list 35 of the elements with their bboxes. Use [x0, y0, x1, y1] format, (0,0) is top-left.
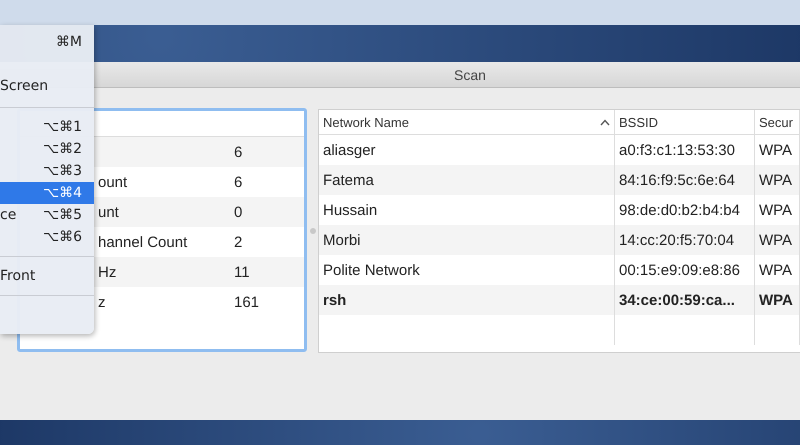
table-cell: 161: [234, 294, 260, 310]
table-cell: hannel Count: [98, 234, 188, 250]
table-cell: 34:ce:00:59:ca...: [615, 285, 755, 315]
menu-item[interactable]: Screen: [0, 73, 94, 99]
table-cell: rsh: [319, 285, 615, 315]
column-header[interactable]: Secur: [755, 110, 800, 135]
column-header[interactable]: BSSID: [615, 110, 755, 135]
table-cell: 11: [234, 264, 250, 280]
table-cell: 6: [234, 174, 242, 190]
menu-item[interactable]: ⌥⌘2: [0, 138, 94, 160]
table-cell: 2: [234, 234, 242, 250]
menu-item[interactable]: ⌥⌘4: [0, 182, 94, 204]
table-cell: Fatema: [319, 165, 615, 195]
menu-item[interactable]: ce ⌥⌘5: [0, 204, 94, 226]
menu-item[interactable]: ⌥⌘3: [0, 160, 94, 182]
menu-item[interactable]: Front: [0, 265, 94, 287]
table-cell: Hz: [98, 264, 116, 280]
menu-item[interactable]: ⌥⌘6: [0, 226, 94, 248]
table-cell: Morbi: [319, 225, 615, 255]
table-cell: z: [98, 294, 106, 310]
window-title: Scan: [453, 66, 486, 82]
menu-item[interactable]: ⌘M: [0, 29, 94, 55]
split-handle[interactable]: [310, 228, 316, 234]
table-cell: WPA: [755, 165, 800, 195]
table-cell: 14:cc:20:f5:70:04: [615, 225, 755, 255]
table-cell: ount: [98, 174, 128, 190]
table-cell: WPA: [755, 285, 800, 315]
table-cell: 84:16:f9:5c:6e:64: [615, 165, 755, 195]
menu-item[interactable]: ⌥⌘1: [0, 116, 94, 138]
column-header[interactable]: Network Name: [319, 110, 615, 135]
table-cell: 6: [234, 144, 242, 160]
table-cell: WPA: [755, 225, 800, 255]
sort-caret-icon: [600, 118, 610, 126]
table-cell: unt: [98, 204, 119, 220]
table-cell: 0: [234, 204, 242, 220]
